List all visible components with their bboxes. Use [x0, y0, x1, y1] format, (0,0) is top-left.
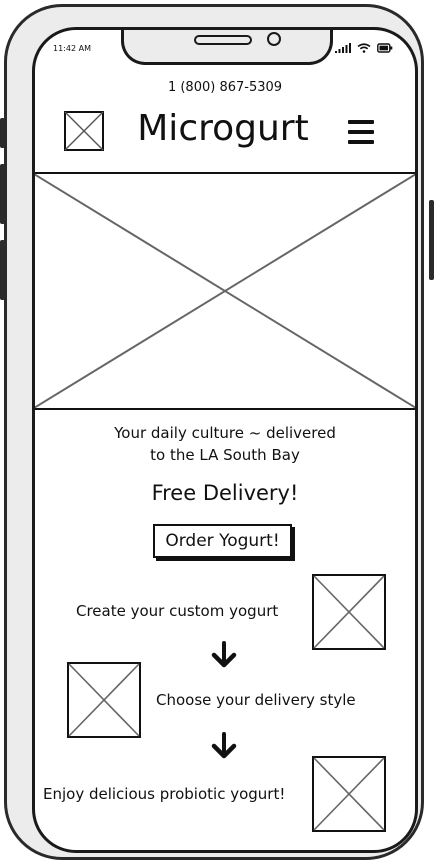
status-icons — [335, 43, 393, 53]
tagline-line-2: to the LA South Bay — [150, 446, 300, 464]
free-delivery-heading: Free Delivery! — [151, 481, 299, 505]
battery-icon — [377, 43, 393, 53]
status-time: 11:42 AM — [53, 44, 91, 53]
speaker-grille — [194, 35, 252, 45]
menu-bar — [348, 120, 374, 124]
signal-icon — [335, 43, 351, 53]
tagline: Your daily culture ~ delivered to the LA… — [35, 422, 415, 466]
step-delivery-label: Choose your delivery style — [156, 691, 356, 709]
image-placeholder-icon[interactable] — [64, 111, 104, 151]
menu-bar — [348, 130, 374, 134]
phone-number[interactable]: 1 (800) 867-5309 — [35, 80, 415, 95]
step-create-label: Create your custom yogurt — [76, 602, 279, 620]
front-camera — [267, 32, 281, 46]
hero-image-placeholder — [35, 172, 415, 410]
tagline-line-1: Your daily culture ~ delivered — [114, 424, 336, 442]
hamburger-menu-icon[interactable] — [348, 120, 374, 144]
arrow-down-icon — [211, 641, 237, 668]
wifi-icon — [357, 43, 371, 53]
step-enjoy-label: Enjoy delicious probiotic yogurt! — [43, 785, 286, 803]
step-create-image-placeholder — [312, 574, 386, 650]
order-yogurt-button[interactable]: Order Yogurt! — [153, 524, 292, 558]
phone-notch — [121, 30, 333, 65]
arrow-down-icon — [211, 732, 237, 759]
phone-frame: 11:42 AM 1 (800) 867-5309 Microgurt Your… — [4, 4, 424, 860]
step-enjoy-image-placeholder — [312, 756, 386, 832]
menu-bar — [348, 140, 374, 144]
brand-name: Microgurt — [137, 108, 309, 149]
phone-screen: 11:42 AM 1 (800) 867-5309 Microgurt Your… — [32, 27, 418, 853]
step-delivery-image-placeholder — [67, 662, 141, 738]
power-button[interactable] — [429, 200, 434, 280]
